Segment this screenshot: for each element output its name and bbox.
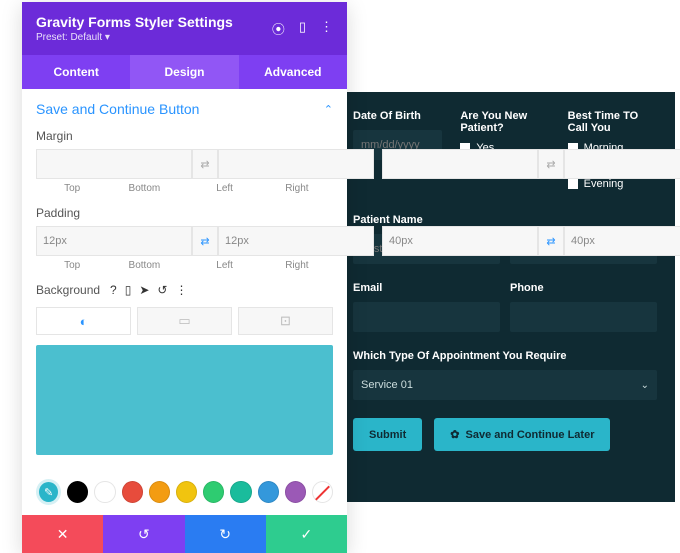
close-icon: ✕ [57,526,69,543]
more-icon[interactable]: ⋮ [320,19,333,38]
image-icon: ⊡ [280,313,291,329]
bg-color-tab[interactable]: ◐ [36,307,131,335]
more-icon[interactable]: ⋮ [175,283,187,297]
email-input[interactable] [353,302,500,332]
swatch[interactable] [258,481,279,503]
swatch[interactable] [230,481,251,503]
preset-selector[interactable]: Preset: Default ▾ [36,32,233,43]
link-icon[interactable]: ⇄ [538,149,564,179]
checkbox-evening[interactable]: Evening [568,178,657,190]
link-icon[interactable]: ⇄ [192,149,218,179]
cancel-button[interactable]: ✕ [22,515,103,553]
check-icon: ✓ [301,526,313,543]
phone-input[interactable] [510,302,657,332]
panel-header: Gravity Forms Styler Settings Preset: De… [22,2,347,55]
margin-left-input[interactable] [382,149,538,179]
bg-image-tab[interactable]: ⊡ [238,307,333,335]
swatch[interactable] [285,481,306,503]
service-select[interactable]: Service 01 ⌄ [353,370,657,400]
patient-name-label: Patient Name [353,214,657,226]
save-continue-button[interactable]: ✿ Save and Continue Later [434,418,610,451]
phone-label: Phone [510,282,657,294]
padding-left-input[interactable] [382,226,538,256]
color-preview[interactable] [36,345,333,455]
focus-icon[interactable]: ⦿ [272,19,285,38]
margin-bottom-input[interactable] [218,149,374,179]
swatch[interactable] [176,481,197,503]
settings-panel: Gravity Forms Styler Settings Preset: De… [22,2,347,553]
background-label: Background [36,283,100,297]
link-icon[interactable]: ⇄ [192,226,218,256]
cursor-icon[interactable]: ➤ [139,283,149,297]
droplet-icon: ◐ [80,314,88,329]
bg-gradient-tab[interactable]: ▭ [137,307,232,335]
phone-icon[interactable]: ▯ [125,283,132,297]
tab-content[interactable]: Content [22,55,130,89]
section-title: Save and Continue Button [36,101,199,117]
swatch[interactable] [149,481,170,503]
padding-top-input[interactable] [36,226,192,256]
appointment-label: Which Type Of Appointment You Require [353,350,657,362]
padding-bottom-input[interactable] [218,226,374,256]
swatch[interactable] [67,481,88,503]
tab-design[interactable]: Design [130,55,238,89]
margin-right-input[interactable] [564,149,680,179]
chevron-down-icon: ⌄ [641,380,649,391]
swatch[interactable] [122,481,143,503]
help-icon[interactable]: ? [110,283,117,297]
dob-label: Date Of Birth [353,110,442,122]
swatch[interactable] [203,481,224,503]
undo-button[interactable]: ↺ [103,515,184,553]
save-icon: ✿ [450,428,459,441]
section-header[interactable]: Save and Continue Button ⌃ [22,89,347,129]
padding-right-input[interactable] [564,226,680,256]
swatch[interactable] [94,481,115,503]
email-label: Email [353,282,500,294]
undo-icon: ↺ [138,526,150,543]
swatch-none[interactable] [312,481,333,503]
margin-label: Margin [36,129,333,143]
redo-button[interactable]: ↻ [185,515,266,553]
gradient-icon: ▭ [178,313,190,329]
redo-icon: ↻ [219,526,231,543]
panel-title: Gravity Forms Styler Settings [36,14,233,30]
new-patient-label: Are You New Patient? [460,110,549,134]
link-icon[interactable]: ⇄ [538,226,564,256]
color-swatches: ✎ [22,469,347,515]
margin-top-input[interactable] [36,149,192,179]
tabs: Content Design Advanced [22,55,347,89]
tab-advanced[interactable]: Advanced [239,55,347,89]
padding-label: Padding [36,206,333,220]
confirm-button[interactable]: ✓ [266,515,347,553]
best-time-label: Best Time TO Call You [568,110,657,134]
tablet-icon[interactable]: ▯ [299,19,306,38]
chevron-up-icon: ⌃ [324,103,333,116]
submit-button[interactable]: Submit [353,418,422,451]
eyedropper-button[interactable]: ✎ [36,479,61,505]
undo-icon[interactable]: ↺ [157,283,167,297]
